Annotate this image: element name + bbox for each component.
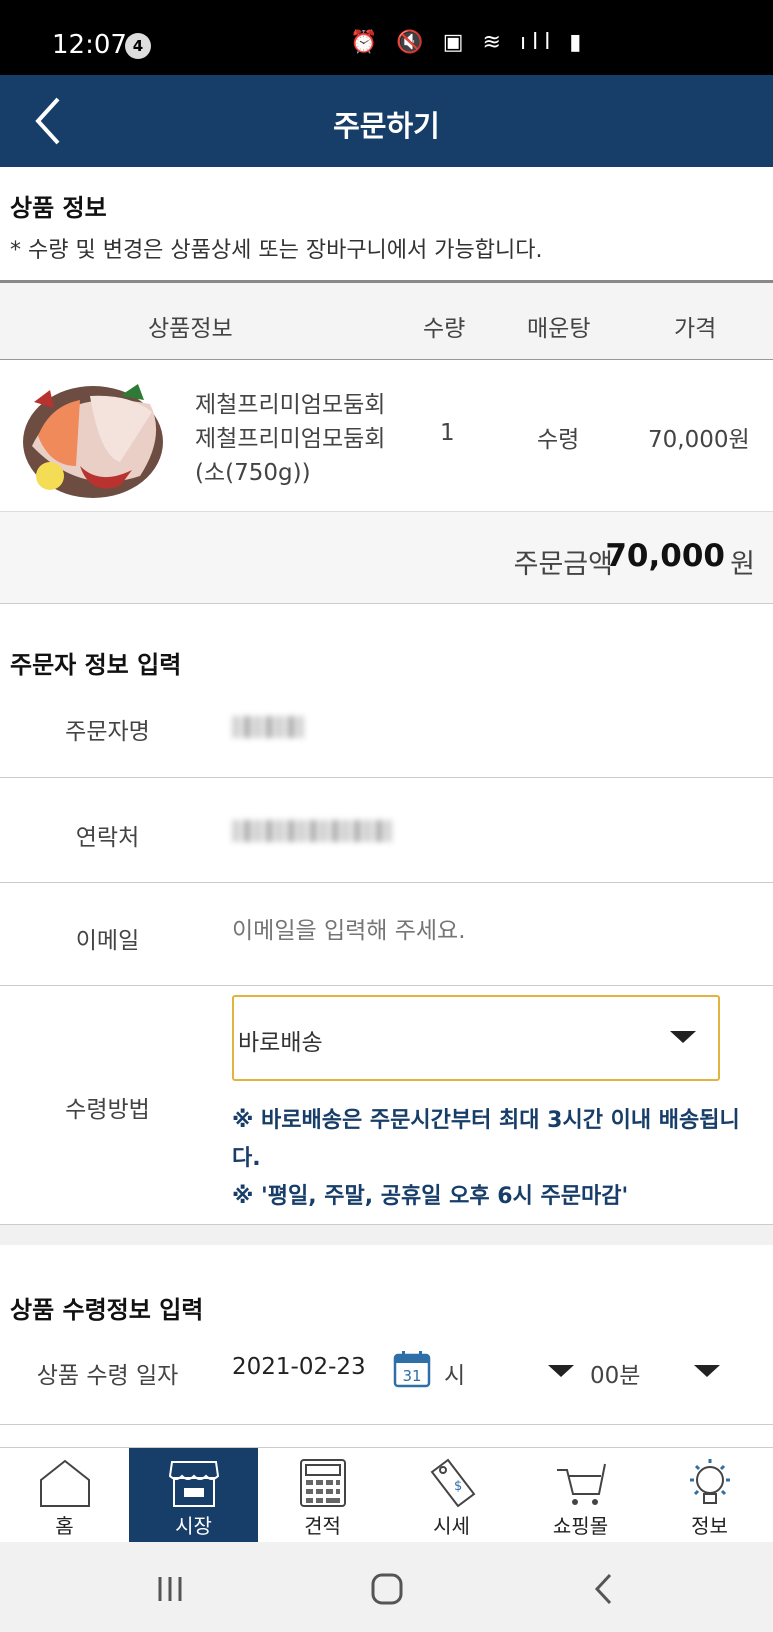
product-price: 70,000원 [648, 427, 750, 453]
dropdown-arrow-icon [670, 1031, 696, 1043]
svg-text:$: $ [454, 1479, 462, 1494]
orderer-section-title: 주문자 정보 입력 [10, 651, 182, 679]
sashimi-platter-image [20, 366, 166, 506]
contact-row[interactable]: 연락처 [0, 778, 773, 883]
receive-section-title: 상품 수령정보 입력 [10, 1296, 204, 1324]
contact-label: 연락처 [75, 825, 140, 851]
system-back-icon[interactable] [592, 1572, 616, 1606]
order-total-label: 주문금액 [513, 549, 613, 580]
nav-market-label: 시장 [175, 1514, 212, 1538]
calculator-icon [300, 1459, 346, 1507]
status-time: 12:07 [52, 30, 127, 60]
product-quantity: 1 [440, 420, 455, 446]
product-row: 제철프리미엄모둠회 제철프리미엄모둠회(소(750g)) 1 수령 70,000… [0, 360, 773, 512]
receive-method-select[interactable]: 바로배송 [232, 995, 720, 1081]
home-button-icon[interactable] [370, 1572, 404, 1606]
nav-home-label: 홈 [55, 1514, 74, 1538]
nav-shopping-label: 쇼핑몰 [552, 1514, 609, 1538]
cart-icon [557, 1463, 606, 1505]
receive-date-value[interactable]: 2021-02-23 [232, 1354, 366, 1380]
nav-estimate[interactable]: 견적 [258, 1448, 387, 1543]
receive-hour-label: 시 [444, 1363, 466, 1389]
orderer-name-row[interactable]: 주문자명 [0, 690, 773, 778]
nav-price-label: 시세 [433, 1514, 470, 1538]
section-divider [0, 1225, 773, 1245]
orderer-name-label: 주문자명 [65, 719, 150, 745]
calendar-day-text: 31 [402, 1367, 421, 1385]
column-product-info: 상품정보 [148, 316, 233, 342]
system-status-icons: ⏰ 🔇 ▣ ≋ ıll ▮ [350, 30, 588, 55]
calendar-icon[interactable]: 31 [393, 1350, 431, 1388]
email-label: 이메일 [75, 928, 140, 954]
nav-home[interactable]: 홈 [0, 1448, 129, 1543]
receive-method-selected: 바로배송 [238, 1030, 323, 1056]
nav-info-label: 정보 [691, 1514, 728, 1538]
nav-estimate-label: 견적 [304, 1514, 341, 1538]
email-input[interactable] [232, 918, 732, 944]
product-table-header: 상품정보 수량 매운탕 가격 [0, 280, 773, 360]
orderer-name-value[interactable] [232, 716, 304, 738]
delivery-note-line: ※ 바로배송은 주문시간부터 최대 3시간 이내 배송됩니다. [232, 1108, 740, 1171]
app-header: 주문하기 [0, 75, 773, 167]
receive-date-row: 상품 수령 일자 [0, 1330, 773, 1425]
receive-method-label: 수령방법 [65, 1097, 150, 1123]
lightbulb-icon [690, 1459, 730, 1504]
nav-price[interactable]: $ 시세 [387, 1448, 516, 1543]
column-maeuntang: 매운탕 [527, 316, 591, 342]
product-name: 제철프리미엄모둠회 제철프리미엄모둠회(소(750g)) [195, 392, 386, 486]
quantity-change-notice: * 수량 및 변경은 상품상세 또는 장바구니에서 가능합니다. [10, 238, 543, 263]
status-bar: 12:07 4 ⏰ 🔇 ▣ ≋ ıll ▮ [0, 0, 773, 75]
receive-date-label: 상품 수령 일자 [36, 1363, 179, 1389]
system-navigation-bar [0, 1542, 773, 1632]
hour-dropdown-arrow-icon[interactable] [548, 1365, 574, 1377]
notification-count-badge: 4 [125, 33, 151, 59]
column-price: 가격 [674, 316, 717, 342]
nav-info[interactable]: 정보 [645, 1448, 773, 1543]
order-total-unit: 원 [730, 549, 755, 580]
order-total-row: 주문금액 70,000 원 [0, 512, 773, 604]
nav-shopping[interactable]: 쇼핑몰 [516, 1448, 645, 1543]
contact-value[interactable] [232, 820, 392, 842]
market-store-icon [168, 1461, 220, 1507]
product-section-title: 상품 정보 [10, 194, 107, 222]
delivery-notes: ※ 바로배송은 주문시간부터 최대 3시간 이내 배송됩니다. ※ '평일, 주… [232, 1102, 762, 1216]
delivery-note-line: ※ '평일, 주말, 공휴일 오후 6시 주문마감' [232, 1184, 629, 1209]
home-icon [40, 1459, 90, 1507]
column-quantity: 수량 [423, 316, 466, 342]
price-tag-icon: $ [430, 1458, 476, 1508]
minute-dropdown-arrow-icon[interactable] [694, 1365, 720, 1377]
page-title: 주문하기 [333, 109, 440, 143]
recent-apps-icon[interactable] [155, 1574, 185, 1604]
receive-minute-value[interactable]: 00분 [590, 1356, 640, 1390]
bottom-navigation: 홈 시장 견적 $ 시세 쇼핑몰 정보 [0, 1447, 773, 1543]
product-maeuntang: 수령 [537, 427, 580, 453]
nav-market[interactable]: 시장 [129, 1448, 258, 1543]
order-total-amount: 70,000 [605, 538, 725, 574]
